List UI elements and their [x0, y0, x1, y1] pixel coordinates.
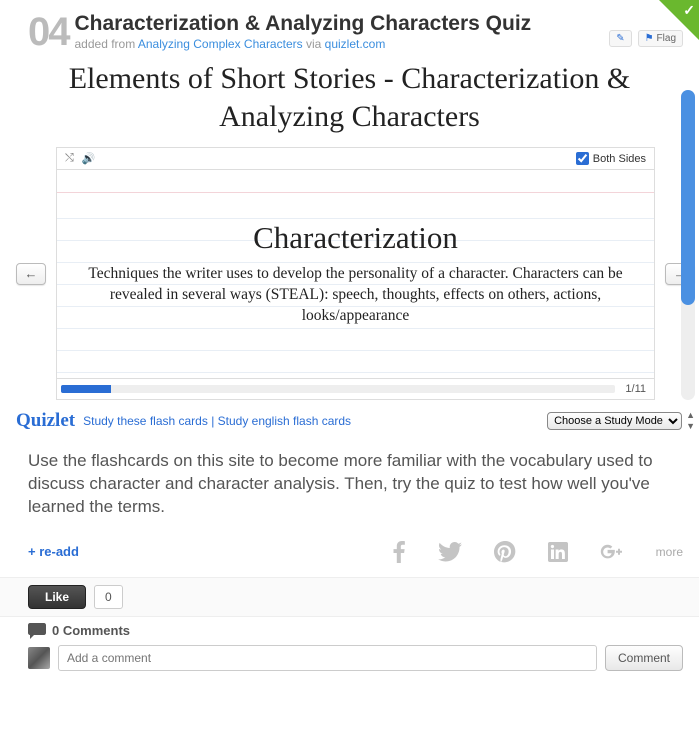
googleplus-icon[interactable]: [600, 543, 624, 561]
card-counter: 1/11: [625, 383, 646, 395]
card-term: Characterization: [75, 220, 636, 256]
comment-submit-button[interactable]: Comment: [605, 645, 683, 671]
comments-count: 0 Comments: [52, 623, 130, 638]
card-toolbar: ⤭ 🔊 Both Sides: [56, 147, 655, 169]
both-sides-label: Both Sides: [593, 153, 646, 165]
site-link[interactable]: quizlet.com: [325, 37, 386, 51]
subtitle: added from Analyzing Complex Characters …: [75, 37, 604, 51]
scroll-down-icon[interactable]: ▼: [686, 422, 695, 431]
more-share-button[interactable]: more: [656, 545, 683, 559]
added-corner-badge: [659, 0, 699, 40]
study-english-link[interactable]: Study english flash cards: [218, 414, 351, 428]
readd-button[interactable]: + re-add: [28, 544, 79, 559]
page-title: Characterization & Analyzing Characters …: [75, 12, 604, 35]
both-sides-checkbox[interactable]: [576, 152, 589, 165]
item-number: 04: [28, 12, 69, 52]
scrollbar[interactable]: [681, 90, 695, 400]
progress-fill: [61, 385, 111, 393]
source-link[interactable]: Analyzing Complex Characters: [138, 37, 303, 51]
lesson-title: Elements of Short Stories - Characteriza…: [16, 60, 683, 135]
description-text: Use the flashcards on this site to becom…: [28, 450, 683, 519]
like-count: 0: [94, 585, 123, 609]
facebook-icon[interactable]: [392, 541, 406, 563]
twitter-icon[interactable]: [438, 542, 462, 562]
comment-input[interactable]: [58, 645, 597, 671]
scrollbar-thumb[interactable]: [681, 90, 695, 305]
study-mode-select[interactable]: Choose a Study Mode: [547, 412, 682, 430]
via-label: via: [306, 37, 325, 51]
audio-icon[interactable]: 🔊: [82, 152, 96, 165]
scroll-up-icon[interactable]: ▲: [686, 411, 695, 420]
added-from-label: added from: [75, 37, 138, 51]
prev-card-button[interactable]: ←: [16, 263, 46, 285]
progress-bar: [61, 385, 615, 393]
like-button[interactable]: Like: [28, 585, 86, 609]
pinterest-icon[interactable]: [494, 541, 516, 563]
linkedin-icon[interactable]: [548, 542, 568, 562]
card-definition: Techniques the writer uses to develop th…: [75, 264, 636, 327]
comment-icon: [28, 623, 46, 639]
user-avatar: [28, 647, 50, 669]
both-sides-toggle[interactable]: Both Sides: [576, 152, 646, 165]
flashcard[interactable]: Characterization Techniques the writer u…: [56, 169, 655, 379]
edit-button[interactable]: ✎: [609, 30, 631, 47]
shuffle-icon[interactable]: ⤭: [65, 152, 74, 165]
header: 04 Characterization & Analyzing Characte…: [28, 12, 683, 52]
quizlet-logo[interactable]: Quizlet: [16, 410, 75, 432]
progress-row: 1/11: [56, 379, 655, 400]
study-cards-link[interactable]: Study these flash cards: [83, 414, 208, 428]
